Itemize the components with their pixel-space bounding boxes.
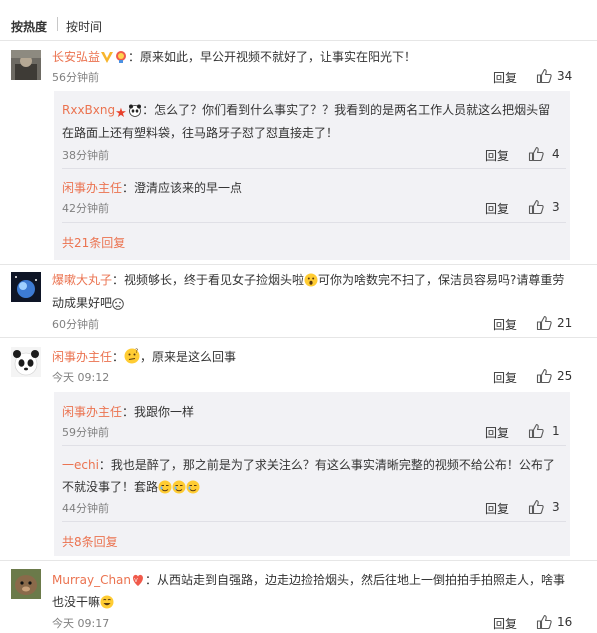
sort-by-time-tab[interactable]: 按时间	[66, 18, 102, 35]
crying-emoji-icon	[186, 480, 200, 494]
like-icon[interactable]	[536, 614, 552, 630]
like-icon[interactable]	[536, 368, 552, 384]
comment-text: 动成果好吧	[52, 296, 113, 310]
like-count: 3	[552, 200, 560, 214]
comment-text: ：视频够长，终于看见女子捡烟头啦	[112, 273, 305, 287]
comment-text: ：从西站走到自强路，边走边捡拾烟头，然后往地上一倒拍拍手拍照走人，啥事	[145, 573, 566, 587]
reply-text: ：澄清应该来的早一点	[122, 181, 243, 195]
username[interactable]: 一echi	[62, 458, 99, 472]
reply-text: 不就没事了！套路	[62, 480, 159, 494]
badge-icon	[114, 50, 128, 64]
username[interactable]: 闲事办主任	[62, 181, 122, 195]
username[interactable]: 闲事办主任	[62, 405, 122, 419]
divider	[0, 560, 597, 561]
like-icon[interactable]	[536, 315, 552, 331]
username[interactable]: 闲事办主任	[52, 350, 112, 364]
divider	[62, 222, 566, 223]
comment-text: ：	[112, 350, 125, 364]
reply-text: ：怎么了？你们看到什么事实了？？我看到的是两名工作人员就这么把烟头留	[142, 103, 551, 117]
divider	[62, 445, 566, 446]
comment-time: 今天 09:12	[52, 371, 110, 384]
reply-button[interactable]: 回复	[493, 615, 517, 632]
svg-text:?: ?	[135, 348, 138, 355]
star-icon: ★	[115, 106, 127, 121]
confused-emoji-icon: ?	[124, 348, 140, 364]
sort-separator	[57, 17, 58, 31]
like-count: 16	[557, 615, 573, 629]
comment-text: ，原来是这么回事	[140, 350, 237, 364]
like-icon[interactable]	[528, 199, 544, 215]
reply-text: ：我也是醉了，那之前是为了求关注么？有这么事实清晰完整的视频不给公布！公布了	[98, 458, 555, 472]
reply-text: 在路面上还有塑料袋，往马路牙子怼了怼直接走了！	[62, 126, 339, 140]
reply-button[interactable]: 回复	[485, 424, 509, 441]
avatar[interactable]	[11, 347, 41, 377]
avatar[interactable]	[11, 569, 41, 599]
crying-emoji-icon	[172, 480, 186, 494]
reply-button[interactable]: 回复	[485, 200, 509, 217]
badge-icon: V	[131, 573, 145, 587]
reply-button[interactable]: 回复	[493, 369, 517, 386]
username[interactable]: 长安弘益	[52, 50, 100, 64]
reply-button[interactable]: 回复	[485, 500, 509, 517]
sort-by-hot-tab[interactable]: 按热度	[11, 18, 47, 35]
avatar[interactable]	[11, 50, 41, 80]
like-icon[interactable]	[536, 68, 552, 84]
reply-time: 38分钟前	[62, 149, 109, 162]
reply-button[interactable]: 回复	[493, 69, 517, 86]
like-icon[interactable]	[528, 423, 544, 439]
username[interactable]: 爆嗽大丸子	[52, 273, 112, 287]
like-count: 25	[557, 369, 573, 383]
crying-emoji-icon	[158, 480, 172, 494]
comment-text: 也没干嘛	[52, 595, 101, 609]
reply-time: 44分钟前	[62, 502, 109, 515]
comment-time: 今天 09:17	[52, 617, 110, 630]
like-count: 3	[552, 500, 560, 514]
like-count: 4	[552, 147, 560, 161]
divider	[0, 264, 597, 265]
like-count: 1	[552, 424, 560, 438]
avatar[interactable]	[11, 272, 41, 302]
laughing-emoji-icon	[100, 595, 114, 609]
reply-time: 42分钟前	[62, 202, 109, 215]
comment-text: ：原来如此，早公开视频不就好了，让事实在阳光下！	[128, 50, 417, 64]
comment-time: 60分钟前	[52, 318, 99, 331]
svg-text:V: V	[134, 578, 138, 584]
frown-emoji-icon	[112, 298, 124, 310]
comment-time: 56分钟前	[52, 71, 99, 84]
like-icon[interactable]	[528, 499, 544, 515]
username[interactable]: RxxBxng	[62, 103, 115, 117]
reply-button[interactable]: 回复	[485, 147, 509, 164]
view-more-replies-link[interactable]: 共21条回复	[62, 234, 125, 251]
divider	[62, 521, 566, 522]
sort-bar: 按热度 按时间	[0, 0, 597, 40]
username[interactable]: Murray_Chan	[52, 573, 131, 587]
divider	[62, 168, 566, 169]
like-icon[interactable]	[528, 146, 544, 162]
reply-text: ：我跟你一样	[122, 405, 195, 419]
reply-time: 59分钟前	[62, 426, 109, 439]
reply-button[interactable]: 回复	[493, 316, 517, 333]
vip-v-icon	[100, 50, 114, 64]
divider	[0, 337, 597, 338]
divider	[0, 40, 597, 41]
comment-text: 可你为啥数完不扫了，保洁员容易吗?请尊重劳	[318, 273, 565, 287]
like-count: 21	[557, 316, 573, 330]
view-more-replies-link[interactable]: 共8条回复	[62, 533, 118, 550]
like-count: 34	[557, 69, 573, 83]
panda-icon	[128, 103, 142, 117]
surprised-emoji-icon	[304, 273, 318, 287]
